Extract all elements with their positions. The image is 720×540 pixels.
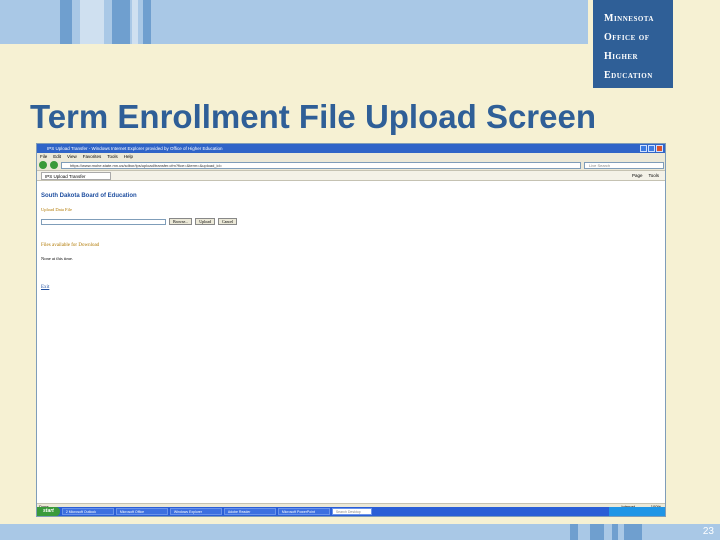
band-stripe — [112, 0, 130, 44]
search-input[interactable]: Live Search — [584, 161, 664, 169]
tools-menu[interactable]: Tools — [648, 172, 659, 180]
band-stripe — [132, 0, 138, 44]
band-stripe — [570, 524, 578, 540]
page-content: South Dakota Board of Education Upload D… — [37, 185, 665, 504]
address-bar: https://www.mohe.state.mn.us/sdbor/ips/u… — [37, 160, 665, 171]
menu-favorites[interactable]: Favorites — [83, 153, 102, 160]
browser-window: IPS Upload Transfer - Windows Internet E… — [36, 143, 666, 517]
no-files-text: None at this time. — [41, 256, 73, 261]
back-icon[interactable] — [39, 161, 47, 169]
cancel-button[interactable]: Cancel — [218, 218, 238, 225]
address-input[interactable]: https://www.mohe.state.mn.us/sdbor/ips/u… — [61, 161, 581, 169]
taskbar-item[interactable]: Microsoft PowerPoint — [277, 508, 330, 515]
window-title: IPS Upload Transfer - Windows Internet E… — [47, 146, 223, 151]
band-stripe — [612, 524, 618, 540]
upload-row: Browse... Upload Cancel — [41, 218, 661, 225]
minimize-icon[interactable] — [640, 145, 647, 152]
close-icon[interactable] — [656, 145, 663, 152]
menu-file[interactable]: File — [40, 153, 47, 160]
taskbar-item[interactable]: Adobe Reader — [223, 508, 276, 515]
page-number: 23 — [702, 526, 714, 537]
favorites-bar: IPS Upload Transfer Page Tools — [37, 171, 665, 181]
menu-bar: File Edit View Favorites Tools Help — [37, 153, 665, 160]
maximize-icon[interactable] — [648, 145, 655, 152]
browser-tab[interactable]: IPS Upload Transfer — [41, 171, 111, 180]
taskbar-item[interactable]: Windows Explorer — [169, 508, 222, 515]
command-bar: Page Tools — [632, 172, 659, 180]
band-stripe — [60, 0, 72, 44]
logo-line: Minnesota — [604, 13, 654, 24]
page-menu[interactable]: Page — [632, 172, 643, 180]
upload-label: Upload Data File — [41, 207, 72, 212]
logo-line: Higher — [604, 51, 639, 62]
menu-view[interactable]: View — [67, 153, 77, 160]
forward-icon[interactable] — [50, 161, 58, 169]
menu-tools[interactable]: Tools — [107, 153, 118, 160]
band-stripe — [590, 524, 604, 540]
ohe-logo: Minnesota Office of Higher Education — [593, 0, 673, 88]
org-name: South Dakota Board of Education — [41, 193, 137, 199]
logo-line: Office of — [604, 32, 650, 43]
upload-button[interactable]: Upload — [195, 218, 216, 225]
slide-title: Term Enrollment File Upload Screen — [30, 98, 597, 135]
taskbar: start 2 Microsoft Outlook Microsoft Offi… — [37, 507, 665, 516]
system-tray — [609, 507, 665, 516]
files-heading: Files available for Download — [41, 243, 100, 248]
taskbar-item[interactable]: Microsoft Office — [115, 508, 168, 515]
window-titlebar: IPS Upload Transfer - Windows Internet E… — [37, 144, 665, 153]
band-stripe — [80, 0, 104, 44]
menu-help[interactable]: Help — [124, 153, 133, 160]
band-stripe — [624, 524, 642, 540]
band-stripe — [143, 0, 151, 44]
start-button[interactable]: start — [37, 507, 60, 516]
desktop-search-input[interactable]: Search Desktop — [331, 508, 372, 515]
browse-button[interactable]: Browse... — [169, 218, 193, 225]
menu-edit[interactable]: Edit — [53, 153, 61, 160]
logo-line: Education — [604, 70, 653, 81]
taskbar-item[interactable]: 2 Microsoft Outlook — [61, 508, 114, 515]
file-path-input[interactable] — [41, 218, 166, 225]
exit-link[interactable]: Exit — [41, 285, 49, 290]
window-controls — [640, 145, 663, 152]
